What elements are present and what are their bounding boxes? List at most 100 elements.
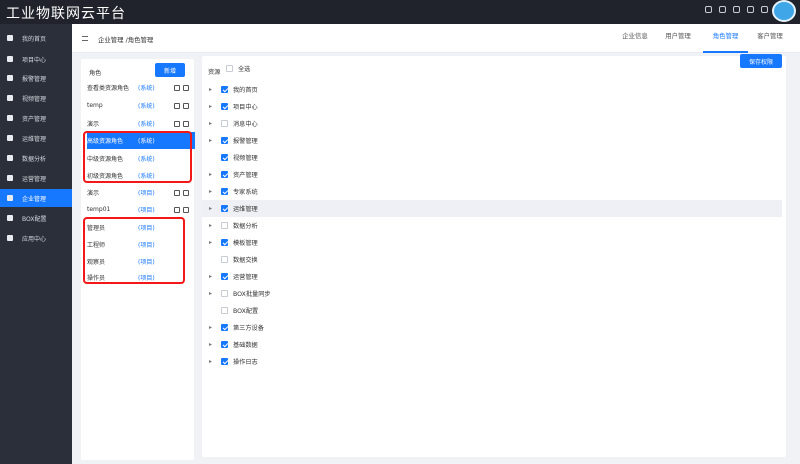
caret-icon[interactable]: ▸ [209, 273, 221, 280]
sidebar-item-analytics[interactable]: 数据分析 [0, 149, 72, 167]
tab-roles[interactable]: 角色管理 [703, 24, 748, 53]
delete-icon[interactable] [174, 189, 180, 196]
sidebar-item-enterprise[interactable]: 企业管理 [0, 189, 72, 207]
delete-icon[interactable] [174, 84, 180, 91]
role-tag: (项目) [138, 207, 155, 214]
sidebar-item-box-config[interactable]: BOX配置 [0, 209, 72, 227]
checkbox-checked[interactable] [221, 188, 228, 195]
sidebar-item-maintenance[interactable]: 运维管理 [0, 129, 72, 147]
caret-icon[interactable]: ▸ [209, 290, 221, 297]
checkbox[interactable] [221, 256, 228, 263]
resource-row[interactable]: ▸ 运维管理 [202, 200, 782, 217]
checkbox-checked[interactable] [221, 273, 228, 280]
caret-icon[interactable]: ▸ [209, 222, 221, 229]
tab-users[interactable]: 用户管理 [657, 24, 699, 53]
sidebar-item-assets[interactable]: 资产管理 [0, 109, 72, 127]
resources-title: 资源 [208, 69, 221, 76]
message-icon[interactable] [733, 6, 740, 13]
checkbox-checked[interactable] [221, 205, 228, 212]
resource-row[interactable]: ▸ 第三方设备 [202, 319, 782, 336]
checkbox-checked[interactable] [221, 358, 228, 365]
checkbox[interactable] [221, 120, 228, 127]
delete-icon[interactable] [174, 120, 180, 127]
resources-panel: 资源 全选 保存权限 ▸ 我的首页 ▸ 项目中心 ▸ 消息中心 ▸ 报警管理 视频管理 … [202, 54, 786, 457]
caret-icon[interactable]: ▸ [209, 239, 221, 246]
checkbox-checked[interactable] [221, 103, 228, 110]
video-icon [7, 95, 13, 101]
resource-row[interactable]: 视频管理 [202, 149, 782, 166]
org-icon [7, 195, 13, 201]
sidebar-item-alarms[interactable]: 报警管理 [0, 69, 72, 87]
select-all[interactable]: 全选 [226, 60, 276, 77]
roles-panel: 角色 新增 查看类资源角色 (系统) temp (系统) 演示 (系统) 高级资源角色… [81, 59, 195, 460]
fullscreen-icon[interactable] [747, 6, 754, 13]
role-item[interactable]: 演示 (项目) [87, 184, 195, 201]
edit-icon[interactable] [183, 206, 189, 213]
checkbox-checked[interactable] [221, 239, 228, 246]
caret-icon[interactable]: ▸ [209, 137, 221, 144]
resource-row[interactable]: ▸ 我的首页 [202, 81, 782, 98]
sidebar-item-home[interactable]: 我的首页 [0, 29, 72, 47]
resource-row[interactable]: ▸ 专家系统 [202, 183, 782, 200]
caret-icon[interactable]: ▸ [209, 358, 221, 365]
caret-icon[interactable]: ▸ [209, 188, 221, 195]
role-item[interactable]: 演示 (系统) [87, 115, 195, 132]
resource-row[interactable]: ▸ 运营管理 [202, 268, 782, 285]
edit-icon[interactable] [183, 102, 189, 109]
sidebar-item-apps[interactable]: 应用中心 [0, 229, 72, 247]
resource-row[interactable]: 数据交换 [202, 251, 782, 268]
sidebar-item-operations[interactable]: 运营管理 [0, 169, 72, 187]
sidebar-item-video[interactable]: 视频管理 [0, 89, 72, 107]
role-name: temp01 [87, 206, 111, 213]
menu-toggle-icon[interactable] [82, 36, 88, 41]
gear-icon [7, 115, 13, 121]
caret-icon[interactable]: ▸ [209, 171, 221, 178]
resource-row[interactable]: ▸ 数据分析 [202, 217, 782, 234]
home-icon[interactable] [705, 6, 712, 13]
delete-icon[interactable] [174, 206, 180, 213]
save-permissions-button[interactable]: 保存权限 [740, 54, 782, 68]
caret-icon[interactable]: ▸ [209, 86, 221, 93]
caret-icon[interactable]: ▸ [209, 120, 221, 127]
resource-row[interactable]: ▸ 基础数据 [202, 336, 782, 353]
checkbox[interactable] [221, 222, 228, 229]
role-item[interactable]: temp (系统) [87, 97, 195, 114]
checkbox-checked[interactable] [221, 86, 228, 93]
edit-icon[interactable] [183, 189, 189, 196]
checkbox[interactable] [221, 307, 228, 314]
caret-icon[interactable]: ▸ [209, 103, 221, 110]
caret-icon[interactable]: ▸ [209, 341, 221, 348]
tab-customers[interactable]: 客户管理 [749, 24, 791, 53]
edit-icon[interactable] [183, 120, 189, 127]
edit-icon[interactable] [183, 84, 189, 91]
resource-row[interactable]: ▸ 项目中心 [202, 98, 782, 115]
select-all-checkbox[interactable] [226, 65, 233, 72]
checkbox-checked[interactable] [221, 324, 228, 331]
resource-row[interactable]: BOX配置 [202, 302, 782, 319]
resource-row[interactable]: ▸ 消息中心 [202, 115, 782, 132]
role-item[interactable]: temp01 (项目) [87, 201, 195, 218]
checkbox-checked[interactable] [221, 341, 228, 348]
checkbox-checked[interactable] [221, 154, 228, 161]
resource-row[interactable]: ▸ 资产管理 [202, 166, 782, 183]
settings-icon[interactable] [761, 6, 768, 13]
resource-row[interactable]: ▸ 操作日志 [202, 353, 782, 370]
checkbox-checked[interactable] [221, 171, 228, 178]
checkbox[interactable] [221, 290, 228, 297]
add-role-button[interactable]: 新增 [155, 63, 185, 77]
caret-icon[interactable]: ▸ [209, 205, 221, 212]
resource-row[interactable]: ▸ 模板管理 [202, 234, 782, 251]
role-tag: (项目) [138, 190, 155, 197]
sidebar-item-label: 报警管理 [22, 75, 47, 83]
caret-icon[interactable]: ▸ [209, 324, 221, 331]
role-item[interactable]: 查看类资源角色 (系统) [87, 79, 195, 96]
tab-enterprise-info[interactable]: 企业信息 [614, 24, 656, 53]
avatar[interactable] [772, 0, 796, 22]
app-title: 工业物联网云平台 [6, 6, 126, 22]
bell-icon[interactable] [719, 6, 726, 13]
sidebar-item-projects[interactable]: 项目中心 [0, 50, 72, 68]
delete-icon[interactable] [174, 102, 180, 109]
checkbox-checked[interactable] [221, 137, 228, 144]
resource-row[interactable]: ▸ 报警管理 [202, 132, 782, 149]
resource-row[interactable]: ▸ BOX批量同步 [202, 285, 782, 302]
